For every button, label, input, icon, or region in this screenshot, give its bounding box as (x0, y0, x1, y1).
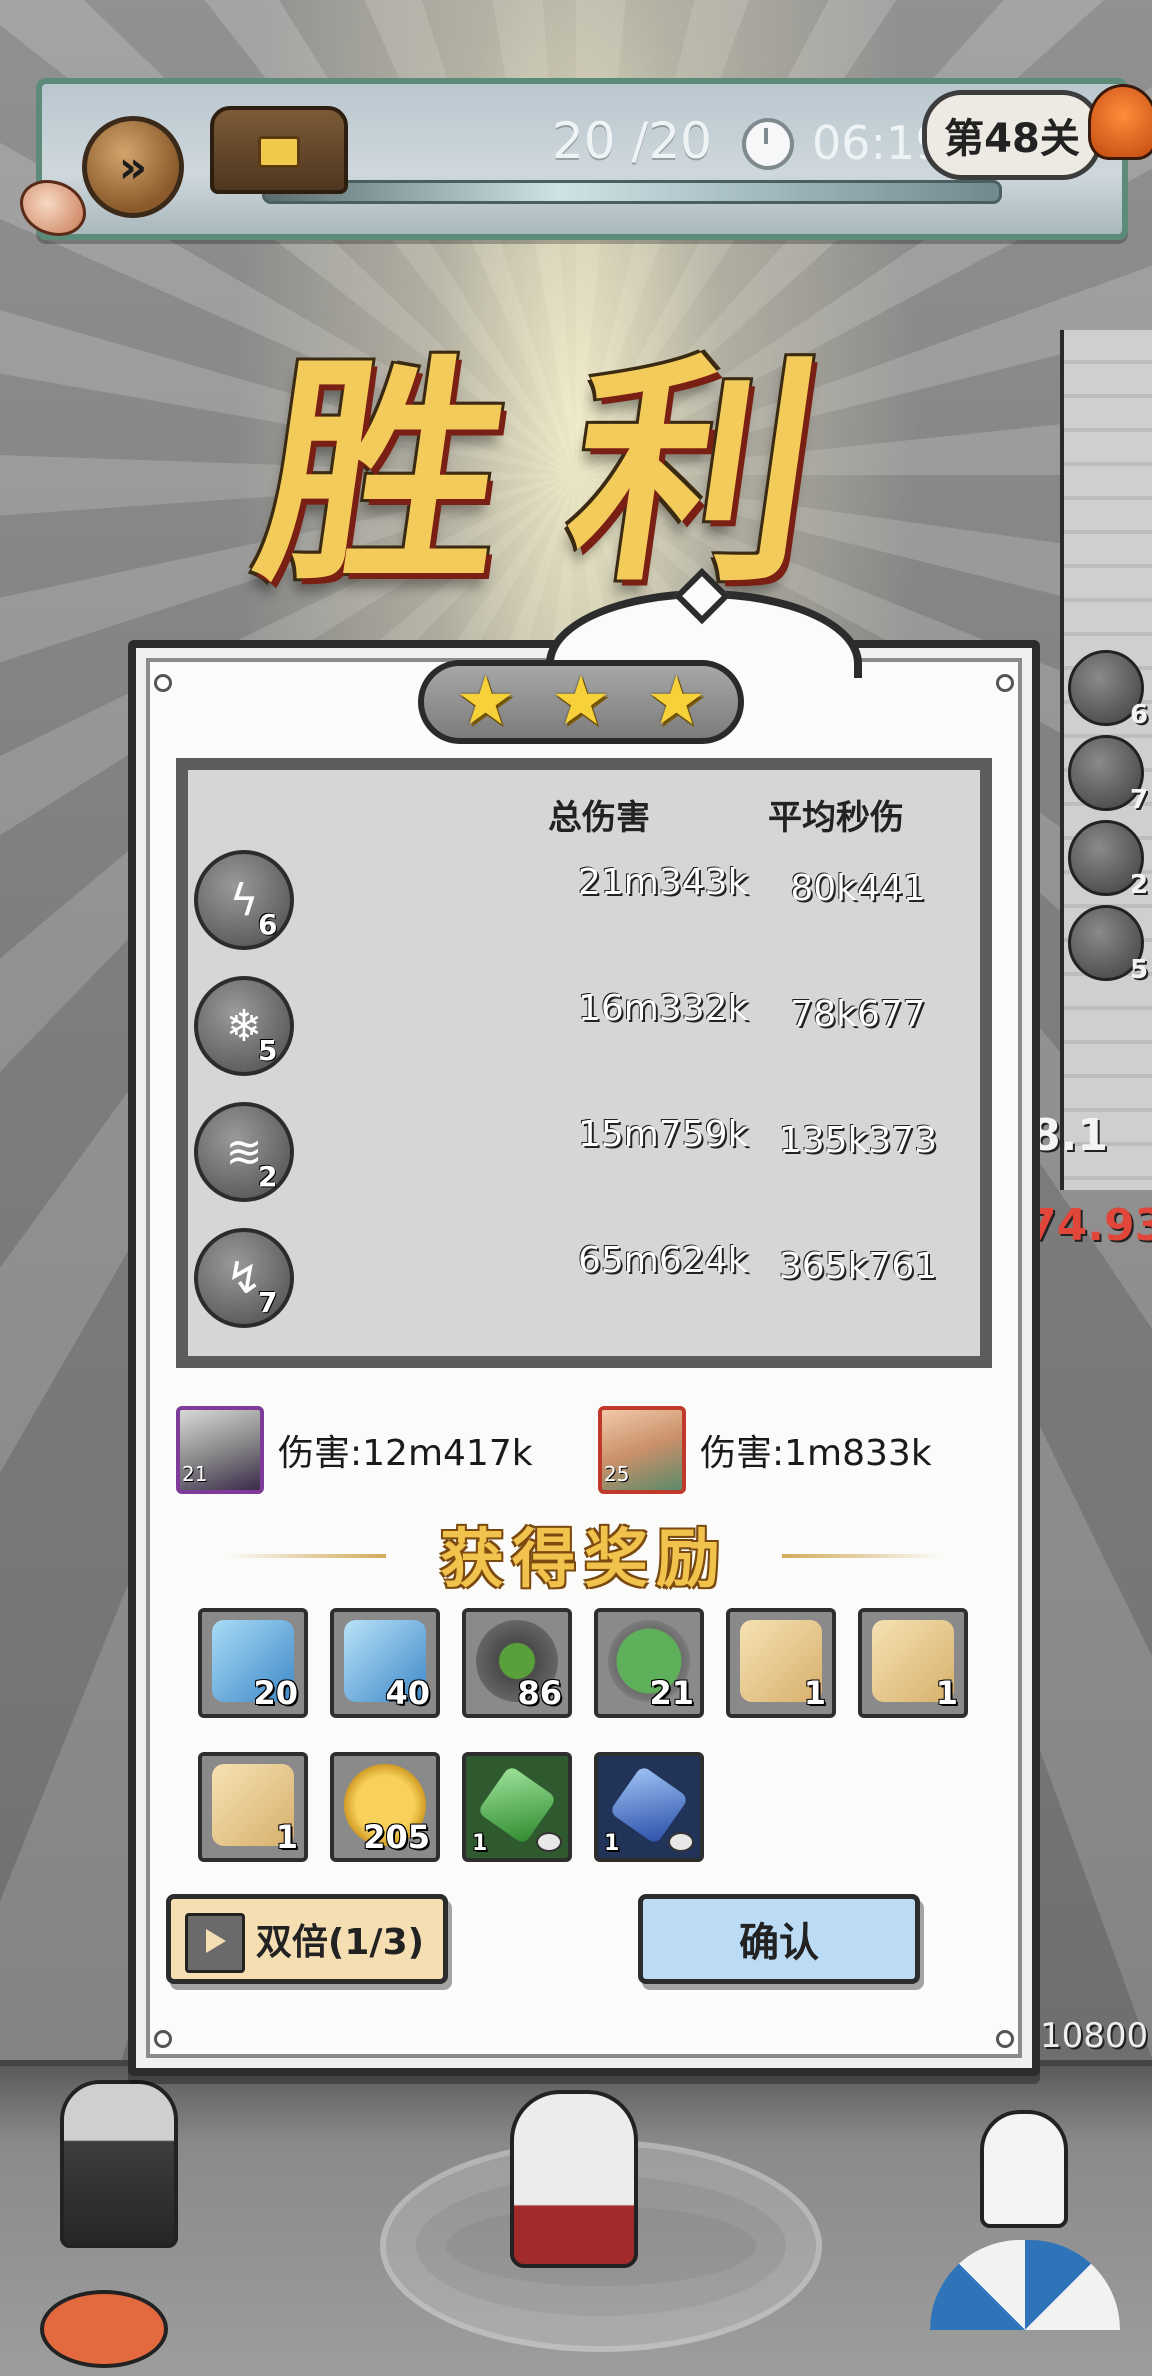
green-emblem-item[interactable]: 86 (462, 1608, 572, 1718)
clock-icon (742, 118, 794, 170)
item-badge-icon (536, 1832, 562, 1852)
skill-total-damage: 16m332k (578, 988, 749, 1029)
victory-title: 胜利 (243, 332, 904, 614)
panel-rivet (154, 2030, 172, 2048)
confirm-label: 确认 (739, 1920, 819, 1966)
star-icon: ★ (455, 662, 517, 741)
skill-avg-dps: 365k761 (778, 1246, 938, 1287)
panel-rivet (996, 2030, 1014, 2048)
hero-damage-text: 伤害:1m833k (700, 1433, 932, 1474)
fast-forward-button[interactable]: » (82, 116, 184, 218)
fast-forward-icon: » (118, 141, 148, 193)
ring-scroll-item[interactable]: 1 (198, 1752, 308, 1862)
skill-avg-dps: 135k373 (778, 1120, 938, 1161)
confirm-button[interactable]: 确认 (638, 1894, 920, 1984)
item-quantity: 1 (472, 1831, 488, 1856)
item-quantity: 21 (649, 1674, 694, 1712)
skill-level: 2 (258, 1160, 278, 1193)
hero-level: 21 (182, 1462, 208, 1486)
dark-knight-character (60, 2080, 178, 2248)
green-crystal-item[interactable]: 1 (462, 1752, 572, 1862)
skill-avg-dps: 78k677 (790, 994, 926, 1035)
skill-avg-dps: 80k441 (790, 868, 926, 909)
panel-rivet (154, 674, 172, 692)
avg-dps-header: 平均秒伤 (768, 798, 904, 838)
skill-level: 7 (258, 1286, 278, 1319)
video-ad-icon (185, 1913, 245, 1973)
item-quantity: 1 (604, 1831, 620, 1856)
skill-total-damage: 15m759k (578, 1114, 749, 1155)
tornado-skill-icon: ≋ (194, 1102, 294, 1202)
damage-stats-table: 总伤害 平均秒伤 ϟ 6 21m343k 80k441 ❄ 5 16m332k … (176, 758, 992, 1368)
crab-character (40, 2290, 168, 2368)
ghost-character (980, 2110, 1068, 2228)
side-value-2: 7 (1130, 785, 1149, 815)
skill-level: 6 (258, 908, 278, 941)
skill-row: ≋ 2 15m759k 135k373 (188, 1096, 980, 1206)
star-icon: ★ (550, 662, 612, 741)
rewards-title: 获得奖励 (440, 1522, 728, 1597)
floating-damage-2: 74.93 (1026, 1200, 1152, 1251)
ice-shard-item[interactable]: 20 (198, 1608, 308, 1718)
battle-hud: » 20 /20 06:19 第48关 (36, 78, 1128, 240)
item-quantity: 86 (517, 1674, 562, 1712)
gold-coin-item[interactable]: 205 (330, 1752, 440, 1862)
hp-value: 10800 (1040, 2016, 1149, 2056)
star-icon: ★ (645, 662, 707, 741)
floating-damage-1: 8.1 (1030, 1110, 1108, 1161)
boots-scroll-item[interactable]: 1 (726, 1608, 836, 1718)
octopus-icon (1088, 84, 1152, 160)
level-badge: 第48关 (922, 90, 1102, 180)
item-quantity: 205 (363, 1818, 430, 1856)
skill-row: ↯ 7 65m624k 365k761 (188, 1222, 980, 1332)
ice-crystal-skill-icon: ❄ (194, 976, 294, 1076)
panel-rivet (996, 674, 1014, 692)
skill-total-damage: 65m624k (578, 1240, 749, 1281)
exp-orb-item[interactable]: 21 (594, 1608, 704, 1718)
skill-row: ϟ 6 21m343k 80k441 (188, 844, 980, 954)
side-value-1: 6 (1130, 700, 1149, 730)
cloak-scroll-item[interactable]: 1 (858, 1608, 968, 1718)
lightning-skill-icon: ϟ (194, 850, 294, 950)
wave-progress-bar (262, 180, 1002, 204)
star-rating: ★ ★ ★ (418, 660, 744, 744)
item-quantity: 1 (275, 1818, 298, 1856)
item-quantity: 1 (803, 1674, 826, 1712)
total-damage-header: 总伤害 (548, 798, 650, 838)
skill-level: 5 (258, 1034, 278, 1067)
double-reward-button[interactable]: 双倍(1/3) (166, 1894, 448, 1984)
shrine-maiden-character (510, 2090, 638, 2268)
skill-total-damage: 21m343k (578, 862, 749, 903)
result-panel: ★ ★ ★ 总伤害 平均秒伤 ϟ 6 21m343k 80k441 ❄ 5 16… (128, 590, 1040, 2076)
skill-row: ❄ 5 16m332k 78k677 (188, 970, 980, 1080)
side-value-4: 5 (1130, 955, 1149, 985)
hero-damage-text: 伤害:12m417k (278, 1433, 533, 1474)
hero-level: 25 (604, 1462, 630, 1486)
item-quantity: 1 (935, 1674, 958, 1712)
wave-counter: 20 /20 (552, 112, 712, 170)
chain-lightning-skill-icon: ↯ (194, 1228, 294, 1328)
blue-crystal-item[interactable]: 1 (594, 1752, 704, 1862)
treasure-chest-icon[interactable] (210, 106, 348, 194)
item-badge-icon (668, 1832, 694, 1852)
item-quantity: 40 (385, 1674, 430, 1712)
frost-skull-item[interactable]: 40 (330, 1608, 440, 1718)
side-value-3: 2 (1130, 870, 1149, 900)
item-quantity: 20 (253, 1674, 298, 1712)
double-reward-label: 双倍(1/3) (255, 1922, 425, 1963)
